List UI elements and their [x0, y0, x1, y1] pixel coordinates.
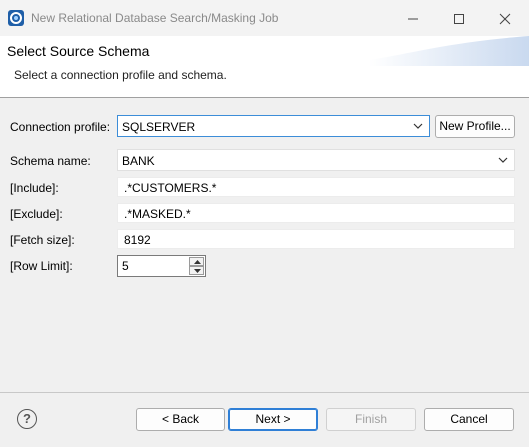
- banner-decoration: [369, 36, 529, 66]
- wizard-banner: Select Source Schema Select a connection…: [0, 36, 529, 97]
- back-button[interactable]: < Back: [136, 408, 225, 431]
- connection-profile-value: SQLSERVER: [122, 120, 196, 134]
- include-input[interactable]: .*CUSTOMERS.*: [117, 177, 515, 197]
- close-icon: [499, 13, 511, 25]
- chevron-down-icon: [413, 123, 423, 129]
- row-limit-decrement-button[interactable]: [189, 266, 204, 275]
- connection-profile-label: Connection profile:: [10, 120, 111, 134]
- caret-up-icon: [194, 260, 201, 264]
- row-limit-label: [Row Limit]:: [10, 259, 73, 273]
- fetch-size-label: [Fetch size]:: [10, 233, 75, 247]
- close-button[interactable]: [482, 5, 528, 33]
- schema-name-select[interactable]: BANK: [117, 149, 515, 171]
- page-title: Select Source Schema: [7, 43, 150, 59]
- include-value: .*CUSTOMERS.*: [124, 181, 217, 195]
- maximize-icon: [454, 14, 464, 24]
- form-panel: Connection profile: SQLSERVER New Profil…: [0, 98, 529, 392]
- app-logo-icon: [8, 10, 24, 26]
- exclude-value: .*MASKED.*: [124, 207, 191, 221]
- row-limit-stepper[interactable]: 5: [117, 255, 206, 277]
- include-label: [Include]:: [10, 181, 59, 195]
- schema-name-label: Schema name:: [10, 154, 91, 168]
- window-title: New Relational Database Search/Masking J…: [31, 11, 279, 25]
- page-description: Select a connection profile and schema.: [14, 68, 227, 82]
- schema-name-value: BANK: [122, 154, 155, 168]
- minimize-button[interactable]: [390, 5, 436, 33]
- fetch-size-input[interactable]: 8192: [117, 229, 515, 249]
- cancel-button[interactable]: Cancel: [424, 408, 514, 431]
- new-profile-button[interactable]: New Profile...: [435, 115, 515, 138]
- title-bar: New Relational Database Search/Masking J…: [0, 0, 529, 36]
- chevron-down-icon: [498, 157, 508, 163]
- exclude-input[interactable]: .*MASKED.*: [117, 203, 515, 223]
- exclude-label: [Exclude]:: [10, 207, 63, 221]
- connection-profile-select[interactable]: SQLSERVER: [117, 115, 430, 137]
- help-icon[interactable]: ?: [17, 409, 37, 429]
- next-button[interactable]: Next >: [228, 408, 318, 431]
- maximize-button[interactable]: [436, 5, 482, 33]
- row-limit-increment-button[interactable]: [189, 257, 204, 266]
- caret-down-icon: [194, 269, 201, 273]
- finish-button: Finish: [326, 408, 416, 431]
- fetch-size-value: 8192: [124, 233, 151, 247]
- button-bar: ? < Back Next > Finish Cancel: [0, 393, 529, 447]
- minimize-icon: [408, 18, 418, 20]
- row-limit-value: 5: [122, 259, 129, 273]
